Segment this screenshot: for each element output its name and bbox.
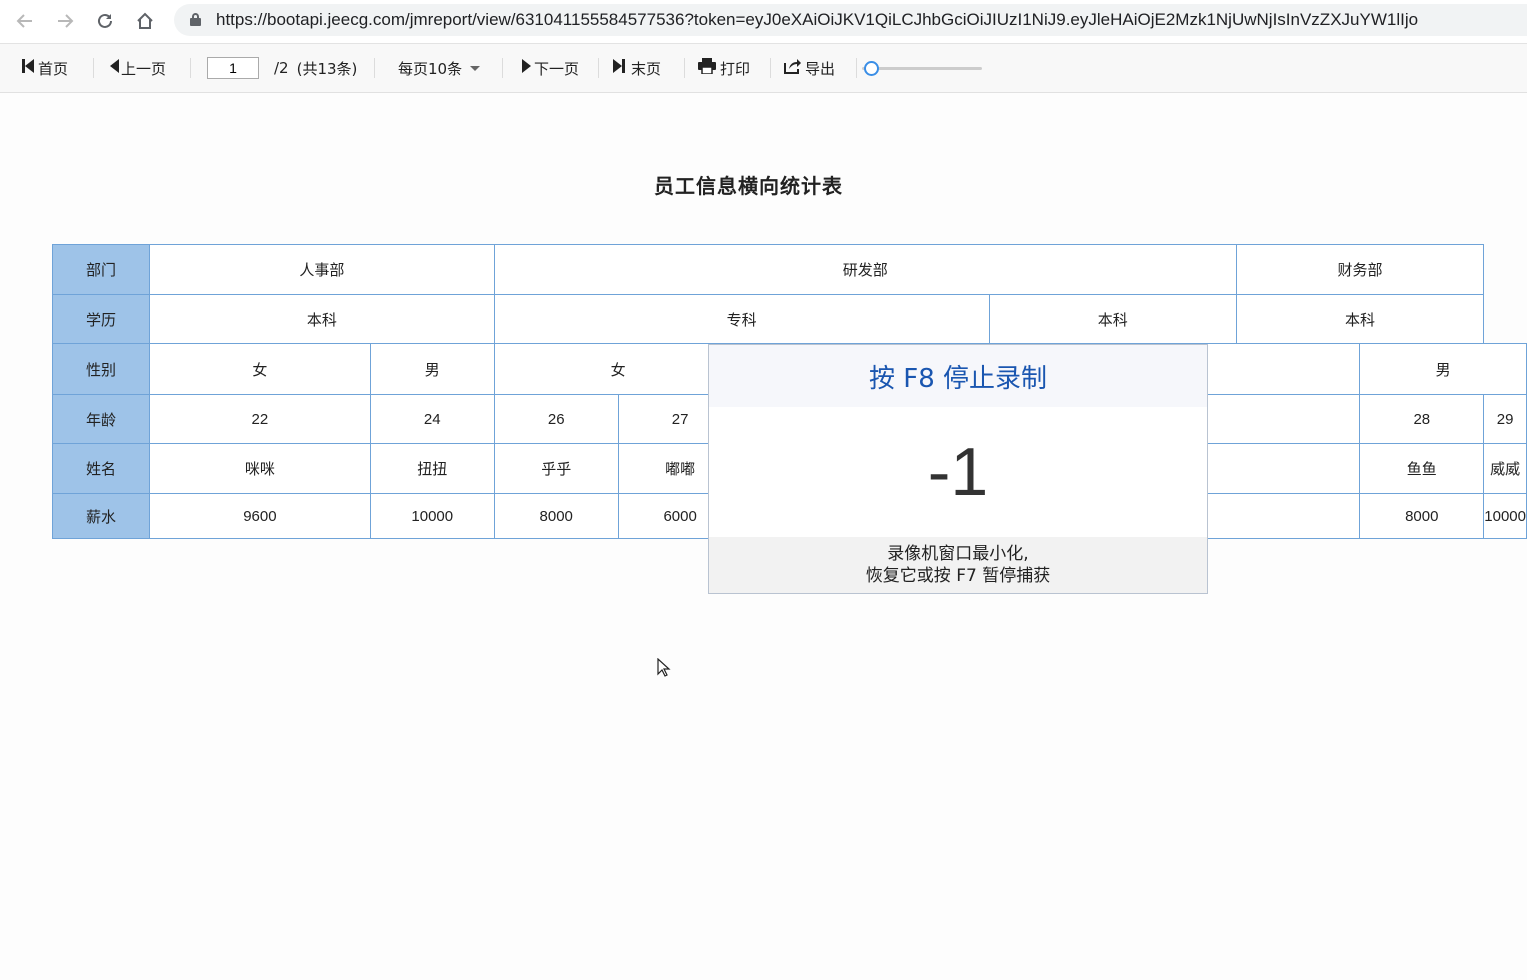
table-cell: 22 <box>149 394 371 444</box>
table-cell: 本科 <box>149 294 495 344</box>
table-cell: 男 <box>369 343 495 395</box>
table-cell: 本科 <box>1235 294 1485 344</box>
table-cell: 人事部 <box>149 244 495 295</box>
recorder-message-line: 录像机窗口最小化, <box>887 544 1029 564</box>
page-total: /2 (共13条) <box>274 57 357 79</box>
home-icon[interactable] <box>130 6 160 36</box>
table-cell: 专科 <box>493 294 990 344</box>
toolbar-divider <box>190 58 191 78</box>
export-icon <box>784 58 801 78</box>
chevron-down-icon <box>470 65 481 71</box>
toolbar-divider <box>93 58 94 78</box>
table-cell: 28 <box>1359 394 1485 444</box>
page-size-select[interactable]: 每页10条 <box>398 57 481 79</box>
recorder-message: 录像机窗口最小化, 恢复它或按 F7 暂停捕获 <box>709 537 1207 593</box>
reload-icon[interactable] <box>90 6 120 36</box>
lock-icon <box>190 13 201 26</box>
table-cell: 女 <box>149 343 371 395</box>
mouse-pointer-icon <box>657 658 671 677</box>
table-cell: 9600 <box>149 493 371 539</box>
table-cell: 10000 <box>369 493 495 539</box>
table-row: 学历 本科 专科 本科 本科 <box>51 294 1527 344</box>
table-cell: 男 <box>1359 343 1527 395</box>
recorder-message-line: 恢复它或按 F7 暂停捕获 <box>865 566 1051 586</box>
recorder-countdown: -1 <box>927 434 989 510</box>
table-cell: 24 <box>369 394 495 444</box>
table-cell: 威威 <box>1483 443 1527 494</box>
toolbar-divider <box>770 58 771 78</box>
recorder-title: 按 F8 停止录制 <box>709 345 1207 407</box>
report-title: 员工信息横向统计表 <box>654 174 843 198</box>
table-cell: 10000 <box>1483 493 1527 539</box>
back-arrow-icon[interactable] <box>10 6 40 36</box>
table-cell: 本科 <box>988 294 1237 344</box>
forward-arrow-icon[interactable] <box>50 6 80 36</box>
row-label: 学历 <box>51 294 151 344</box>
page-size-label: 每页10条 <box>398 59 463 78</box>
page-number-input[interactable] <box>207 57 259 79</box>
table-cell: 8000 <box>1359 493 1485 539</box>
printer-icon <box>698 58 716 78</box>
next-page-label: 下一页 <box>534 59 580 78</box>
first-page-icon <box>22 59 34 77</box>
next-page-icon <box>522 59 531 77</box>
url-text[interactable]: https://bootapi.jeecg.com/jmreport/view/… <box>216 10 1418 30</box>
row-label: 年龄 <box>51 394 151 444</box>
table-cell: 鱼鱼 <box>1359 443 1485 494</box>
prev-page-icon <box>110 59 119 77</box>
page-total-text: /2 <box>274 59 289 77</box>
last-page-label: 末页 <box>631 59 662 78</box>
last-page-icon <box>613 59 625 77</box>
table-row: 部门 人事部 研发部 财务部 <box>51 244 1527 295</box>
toolbar-divider <box>502 58 503 78</box>
toolbar-divider <box>374 58 375 78</box>
toolbar-divider <box>598 58 599 78</box>
row-label: 性别 <box>51 343 151 395</box>
table-cell: 研发部 <box>493 244 1237 295</box>
report-toolbar: 首页 上一页 /2 (共13条) 每页10条 下一页 末页 打印 导出 <box>0 44 1527 93</box>
table-cell: 扭扭 <box>369 443 495 494</box>
address-bar[interactable]: https://bootapi.jeecg.com/jmreport/view/… <box>174 4 1527 36</box>
first-page-label: 首页 <box>38 59 69 78</box>
toolbar-divider <box>856 58 857 78</box>
table-cell: 咪咪 <box>149 443 371 494</box>
toolbar-divider <box>684 58 685 78</box>
row-label: 部门 <box>51 244 151 295</box>
next-page-button[interactable]: 下一页 <box>522 57 579 79</box>
browser-toolbar: https://bootapi.jeecg.com/jmreport/view/… <box>0 0 1527 44</box>
zoom-slider-track[interactable] <box>862 67 982 70</box>
print-label: 打印 <box>720 59 751 78</box>
table-cell: 29 <box>1483 394 1527 444</box>
row-label: 姓名 <box>51 443 151 494</box>
table-cell: 女 <box>493 343 743 395</box>
zoom-slider-handle[interactable] <box>864 61 880 76</box>
prev-page-label: 上一页 <box>121 59 167 78</box>
export-button[interactable]: 导出 <box>784 57 835 79</box>
table-cell: 8000 <box>493 493 619 539</box>
recorder-overlay[interactable]: 按 F8 停止录制 -1 录像机窗口最小化, 恢复它或按 F7 暂停捕获 <box>708 344 1208 594</box>
export-label: 导出 <box>805 59 836 78</box>
last-page-button[interactable]: 末页 <box>613 57 661 79</box>
prev-page-button[interactable]: 上一页 <box>110 57 166 79</box>
row-label: 薪水 <box>51 493 151 539</box>
print-button[interactable]: 打印 <box>698 57 750 79</box>
table-cell: 财务部 <box>1235 244 1485 295</box>
table-cell: 26 <box>493 394 619 444</box>
table-cell: 乎乎 <box>493 443 619 494</box>
first-page-button[interactable]: 首页 <box>22 57 68 79</box>
record-count: (共13条) <box>296 59 358 78</box>
